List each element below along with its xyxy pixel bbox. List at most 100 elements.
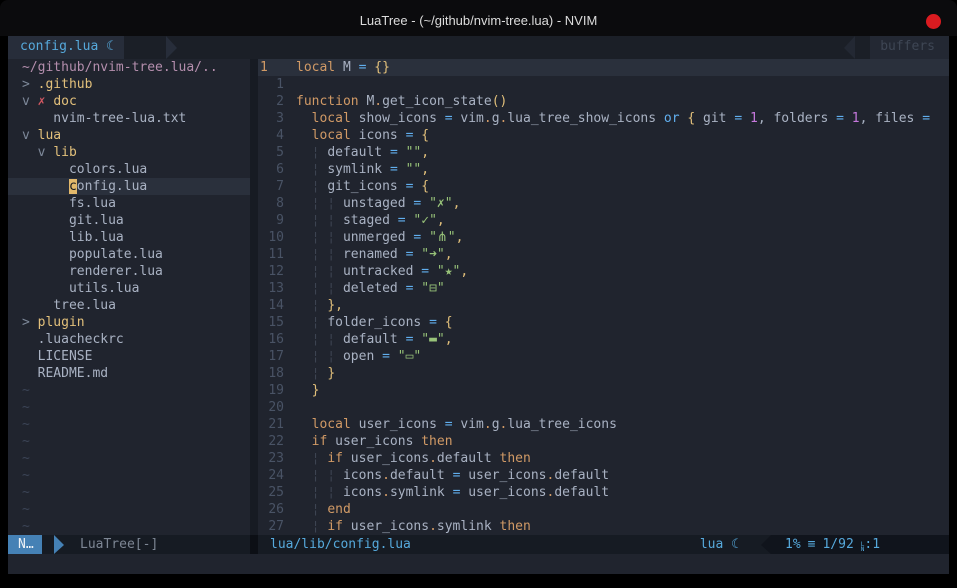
code-line[interactable]: 9 ¦ ¦ staged = "✓", [258,212,949,229]
tree-item[interactable]: v lua [8,127,250,144]
code-line-text: ¦ ¦ untracked = "★", [284,263,468,280]
token: colors.lua [22,162,147,177]
token [437,315,445,330]
code-line[interactable]: 11 ¦ ¦ renamed = "➜", [258,246,949,263]
tree-item[interactable]: utils.lua [8,280,250,297]
code-line[interactable]: 14 ¦ }, [258,297,949,314]
code-line[interactable]: 19 } [258,382,949,399]
token [296,468,312,483]
code-buffer-window[interactable]: 1local M = {}12function M.get_icon_state… [258,59,949,535]
tree-item[interactable]: README.md [8,365,250,382]
line-number: 25 [258,484,284,501]
code-line[interactable]: 15 ¦ folder_icons = { [258,314,949,331]
token [296,366,312,381]
tree-item[interactable]: nvim-tree-lua.txt [8,110,250,127]
code-line[interactable]: 12 ¦ ¦ untracked = "★", [258,263,949,280]
code-line[interactable]: 8 ¦ ¦ unstaged = "✗", [258,195,949,212]
token: = [922,111,930,126]
token: renderer.lua [22,264,163,279]
code-line[interactable]: 18 ¦ } [258,365,949,382]
token: local [312,128,351,143]
tree-item[interactable]: v lib [8,144,250,161]
indent-guide-icon: ¦ [312,162,328,177]
tree-item[interactable]: v ✗ doc [8,93,250,110]
tree-empty-line: ~ [8,450,250,467]
code-line[interactable]: 20 [258,399,949,416]
tab-config-lua[interactable]: config.lua ☾ [8,36,124,59]
token: default [554,468,609,483]
tree-item[interactable]: .luacheckrc [8,331,250,348]
tree-item[interactable]: > plugin [8,314,250,331]
tree-item[interactable]: git.lua [8,212,250,229]
line-number: 7 [258,178,284,195]
line-number: 8 [258,195,284,212]
tree-item[interactable]: populate.lua [8,246,250,263]
code-line[interactable]: 10 ¦ ¦ unmerged = "⋔", [258,229,949,246]
token [844,111,852,126]
tree-empty-line: ~ [8,399,250,416]
code-line[interactable]: 27 ¦ if user_icons.symlink then [258,518,949,535]
token: utils.lua [22,281,139,296]
token: user_icons [343,451,429,466]
tree-item[interactable]: renderer.lua [8,263,250,280]
tree-item[interactable]: colors.lua [8,161,250,178]
token: user_icons [327,434,421,449]
token [429,264,437,279]
line-number: 3 [258,110,284,127]
token: vim [453,111,484,126]
code-line-text: ¦ git_icons = { [284,178,429,195]
token: , [437,213,445,228]
code-line-text: local user_icons = vim.g.lua_tree_icons [284,416,617,433]
code-line[interactable]: 26 ¦ end [258,501,949,518]
window-separator[interactable] [250,59,258,535]
code-line[interactable]: 13 ¦ ¦ deleted = "⊟" [258,280,949,297]
line-number: 24 [258,467,284,484]
code-line[interactable]: 3 local show_icons = vim.g.lua_tree_show… [258,110,949,127]
token: , [460,264,468,279]
line-number: 1 [258,76,284,93]
token: . [374,94,382,109]
tree-item[interactable]: lib.lua [8,229,250,246]
code-line[interactable]: 25 ¦ ¦ icons.symlink = user_icons.defaul… [258,484,949,501]
tree-item[interactable]: > .github [8,76,250,93]
cursor-column: :1 [864,536,880,554]
token: deleted [343,281,406,296]
code-line[interactable]: 21 local user_icons = vim.g.lua_tree_ico… [258,416,949,433]
code-line[interactable]: 1local M = {} [258,59,949,76]
window-titlebar[interactable]: LuaTree - (~/github/nvim-tree.lua) - NVI… [0,0,957,36]
line-number: 11 [258,246,284,263]
indent-guide-icon: ¦ ¦ [312,349,343,364]
code-line[interactable]: 5 ¦ default = "", [258,144,949,161]
code-line[interactable]: 24 ¦ ¦ icons.default = user_icons.defaul… [258,467,949,484]
command-line[interactable] [8,554,949,574]
tree-item[interactable]: config.lua [8,178,250,195]
tree-item[interactable]: ~/github/nvim-tree.lua/.. [8,59,250,76]
code-line[interactable]: 7 ¦ git_icons = { [258,178,949,195]
tree-item[interactable]: fs.lua [8,195,250,212]
code-line[interactable]: 17 ¦ ¦ open = "▭" [258,348,949,365]
code-line[interactable]: 1 [258,76,949,93]
file-tree-window[interactable]: ~/github/nvim-tree.lua/..> .githubv ✗ do… [8,59,250,535]
statusline-tree: N… LuaTree[-] [8,535,250,554]
token: = [445,111,453,126]
code-line[interactable]: 2function M.get_icon_state() [258,93,949,110]
token: c [69,179,77,194]
tree-item[interactable]: LICENSE [8,348,250,365]
token: , files [860,111,923,126]
token: ~ [22,400,30,415]
code-line[interactable]: 22 if user_icons then [258,433,949,450]
close-button[interactable] [926,14,941,29]
code-line[interactable]: 23 ¦ if user_icons.default then [258,450,949,467]
token: fs.lua [22,196,116,211]
code-line-text: local M = {} [284,59,390,76]
code-line[interactable]: 6 ¦ symlink = "", [258,161,949,178]
token: show_icons [351,111,445,126]
code-line[interactable]: 16 ¦ ¦ default = "▬", [258,331,949,348]
token: local [312,111,351,126]
line-number: 6 [258,161,284,178]
buffers-label[interactable]: buffers [870,36,949,59]
token: v [22,128,38,143]
token: = [734,111,742,126]
code-line[interactable]: 4 local icons = { [258,127,949,144]
tree-item[interactable]: tree.lua [8,297,250,314]
